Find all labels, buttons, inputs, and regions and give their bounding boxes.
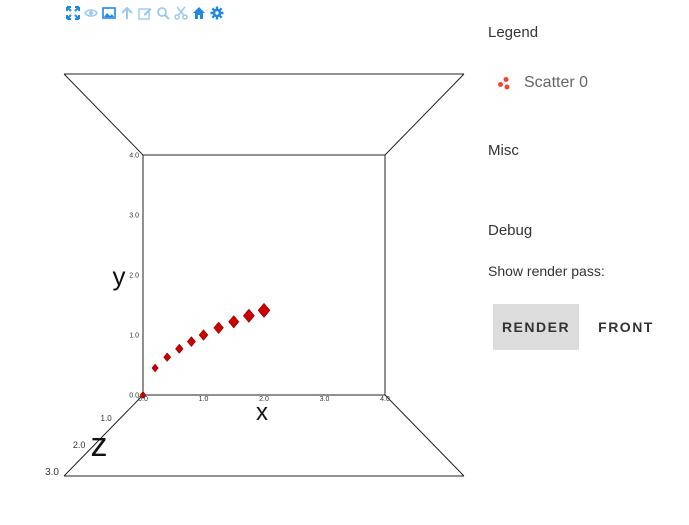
y-tick-label: 3.0 bbox=[129, 213, 139, 220]
legend-entry-label: Scatter 0 bbox=[524, 74, 589, 91]
scatter-point bbox=[257, 302, 271, 318]
scatter-point bbox=[228, 315, 240, 329]
scatter-point bbox=[213, 321, 224, 335]
scatter-point bbox=[151, 363, 159, 373]
misc-title: Misc bbox=[488, 142, 519, 159]
x-axis-title: x bbox=[256, 399, 268, 426]
y-tick-label: 4.0 bbox=[129, 153, 139, 160]
scatter-point bbox=[242, 308, 255, 323]
y-axis-title: y bbox=[113, 261, 126, 291]
legend-title: Legend bbox=[488, 24, 539, 41]
plot-area[interactable]: 0.0 1.0 2.0 3.0 4.0 0.0 1.0 2.0 3.0 4.0 1.0 2.0 3.0 x… bbox=[0, 0, 480, 525]
scatter-legend-icon bbox=[498, 77, 510, 90]
y-tick-label: 0.0 bbox=[129, 393, 139, 400]
back-face bbox=[142, 154, 386, 396]
z-axis-title: z bbox=[91, 426, 108, 464]
render-pass-label: Show render pass: bbox=[488, 263, 605, 279]
z-tick-label: 1.0 bbox=[101, 414, 113, 423]
z-tick-label: 3.0 bbox=[45, 467, 59, 478]
legend-entry-scatter-0[interactable]: Scatter 0 bbox=[496, 74, 588, 92]
scatter-point bbox=[163, 352, 172, 362]
y-tick-label: 2.0 bbox=[129, 273, 139, 280]
z-tick-label: 2.0 bbox=[73, 440, 86, 450]
y-tick-label: 1.0 bbox=[129, 333, 139, 340]
debug-title: Debug bbox=[488, 222, 533, 239]
edge-top-right bbox=[384, 73, 465, 156]
x-tick-label: 1.0 bbox=[199, 396, 209, 403]
scatter-3d-chart[interactable]: 0.0 1.0 2.0 3.0 4.00.01.02.03.04.01.02.03.0x… bbox=[0, 0, 480, 525]
scatter-point bbox=[198, 329, 209, 341]
x-tick-label: 4.0 bbox=[380, 396, 390, 403]
scatter-point bbox=[175, 343, 184, 354]
scatter-point bbox=[186, 336, 196, 348]
edge-top-left bbox=[63, 73, 144, 156]
edge-bottom-right bbox=[384, 394, 465, 477]
front-button[interactable]: FRONT bbox=[592, 304, 660, 350]
render-button[interactable]: RENDER bbox=[493, 304, 579, 350]
x-tick-label: 3.0 bbox=[320, 396, 330, 403]
